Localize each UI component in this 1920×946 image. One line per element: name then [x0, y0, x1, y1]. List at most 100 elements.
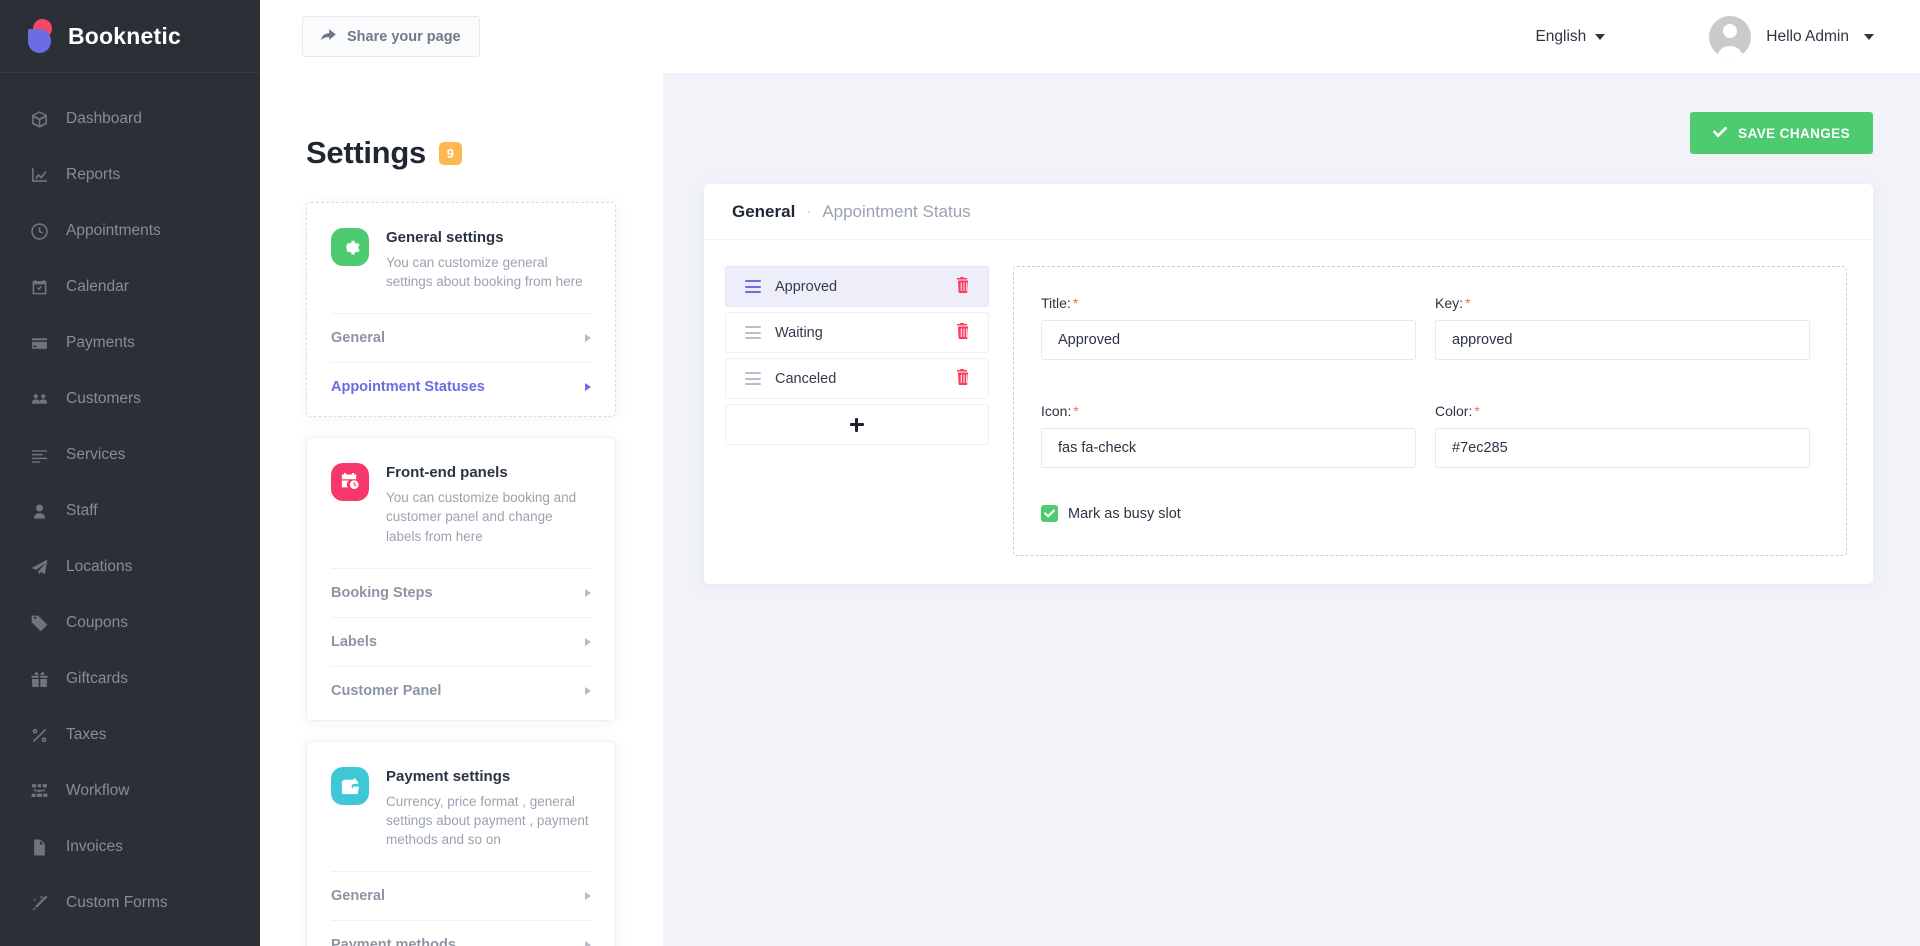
sidebar-item-customers[interactable]: Customers	[0, 371, 260, 427]
sidebar-item-locations[interactable]: Locations	[0, 539, 260, 595]
settings-row-general[interactable]: General	[331, 313, 591, 362]
settings-card-head: Front-end panels You can customize bookin…	[331, 463, 591, 567]
drag-handle-icon[interactable]	[745, 280, 761, 293]
settings-row-appointment-statuses[interactable]: Appointment Statuses	[331, 362, 591, 411]
required-asterisk: *	[1465, 295, 1471, 311]
sidebar-item-label: Giftcards	[66, 670, 129, 687]
sidebar-item-coupons[interactable]: Coupons	[0, 595, 260, 651]
mark-as-busy-slot-checkbox[interactable]	[1041, 505, 1058, 522]
sidebar-item-invoices[interactable]: Invoices	[0, 819, 260, 875]
settings-row-label: Labels	[331, 633, 377, 650]
settings-card-head: Payment settings Currency, price format ,…	[331, 766, 591, 871]
settings-row-payment-methods[interactable]: Payment methods	[331, 920, 591, 946]
breadcrumb-separator: ·	[806, 203, 812, 220]
booknetic-logo-icon	[28, 19, 54, 53]
settings-card-description: You can customize booking and customer p…	[386, 490, 577, 544]
sidebar-item-label: Payments	[66, 334, 135, 351]
status-list-item[interactable]: Approved	[725, 266, 989, 307]
delete-status-button[interactable]	[956, 369, 972, 388]
brand[interactable]: Booknetic	[0, 0, 260, 73]
settings-card-texts: Front-end panels You can customize bookin…	[386, 463, 591, 545]
settings-row-label: Payment methods	[331, 937, 456, 946]
sitemap-icon	[28, 781, 50, 801]
settings-card-texts: Payment settings Currency, price format ,…	[386, 767, 591, 849]
save-row: SAVE CHANGES	[704, 112, 1873, 154]
sidebar-item-calendar[interactable]: Calendar	[0, 259, 260, 315]
gift-icon	[28, 669, 50, 689]
settings-card: General settings You can customize genera…	[306, 202, 616, 418]
status-list-item[interactable]: Canceled	[725, 358, 989, 399]
chart-line-icon	[28, 165, 50, 185]
delete-status-button[interactable]	[956, 277, 972, 296]
settings-row-customer-panel[interactable]: Customer Panel	[331, 665, 591, 715]
settings-card-description: You can customize general settings about…	[386, 255, 583, 290]
required-asterisk: *	[1073, 403, 1079, 419]
sidebar-item-giftcards[interactable]: Giftcards	[0, 651, 260, 707]
user-menu[interactable]: Hello Admin	[1709, 15, 1874, 58]
sidebar-item-appointments[interactable]: Appointments	[0, 203, 260, 259]
calendar-check-icon	[28, 277, 50, 297]
breadcrumb: General · Appointment Status	[704, 184, 1873, 240]
settings-card-list: General settings You can customize genera…	[306, 202, 616, 946]
breadcrumb-current[interactable]: General	[732, 202, 795, 222]
sidebar-item-reports[interactable]: Reports	[0, 147, 260, 203]
sidebar-item-label: Workflow	[66, 782, 130, 799]
sidebar-item-dashboard[interactable]: Dashboard	[0, 91, 260, 147]
user-greeting: Hello Admin	[1766, 27, 1849, 45]
appointment-status-panel: General · Appointment Status Approved Wai…	[704, 184, 1873, 584]
settings-card-texts: General settings You can customize genera…	[386, 228, 591, 291]
delete-status-button[interactable]	[956, 323, 972, 342]
key-field[interactable]	[1435, 320, 1810, 360]
sidebar-item-taxes[interactable]: Taxes	[0, 707, 260, 763]
settings-row-labels[interactable]: Labels	[331, 616, 591, 666]
chevron-right-icon	[585, 892, 591, 901]
title-field[interactable]	[1041, 320, 1416, 360]
field-group: Icon: *	[1041, 403, 1416, 468]
save-changes-button[interactable]: SAVE CHANGES	[1690, 112, 1873, 154]
settings-row-booking-steps[interactable]: Booking Steps	[331, 567, 591, 617]
sidebar-item-label: Services	[66, 446, 126, 463]
credit-card-icon	[28, 333, 50, 353]
sidebar-item-label: Custom Forms	[66, 894, 168, 911]
status-item-label: Approved	[775, 278, 838, 295]
sidebar-item-label: Locations	[66, 558, 133, 575]
chevron-right-icon	[585, 588, 591, 597]
required-asterisk: *	[1072, 295, 1079, 311]
box-icon	[28, 109, 50, 129]
sidebar-item-custom-forms[interactable]: Custom Forms	[0, 875, 260, 931]
settings-row-general[interactable]: General	[331, 871, 591, 920]
settings-card: Payment settings Currency, price format ,…	[306, 740, 616, 946]
drag-handle-icon[interactable]	[745, 372, 761, 385]
sidebar-item-staff[interactable]: Staff	[0, 483, 260, 539]
language-selector[interactable]: English	[1535, 27, 1606, 46]
settings-card-title: Payment settings	[386, 767, 511, 785]
add-status-button[interactable]	[725, 404, 989, 445]
users-icon	[28, 389, 50, 409]
percent-icon	[28, 725, 50, 745]
field-label: Title: *	[1041, 295, 1416, 311]
chevron-right-icon	[585, 334, 591, 343]
icon-field[interactable]	[1041, 428, 1416, 468]
sidebar-item-label: Reports	[66, 166, 121, 183]
field-group: Key: *	[1435, 295, 1810, 360]
settings-row-label: Booking Steps	[331, 584, 433, 601]
trash-icon	[956, 277, 972, 296]
sidebar-item-label: Coupons	[66, 614, 129, 631]
clock-icon	[28, 221, 50, 241]
language-label: English	[1535, 27, 1587, 45]
avatar	[1709, 15, 1752, 58]
field-label-text: Key:	[1435, 295, 1464, 311]
color-field[interactable]	[1435, 428, 1810, 468]
sidebar-item-services[interactable]: Services	[0, 427, 260, 483]
wallet-icon	[331, 766, 369, 805]
check-icon	[1713, 125, 1728, 142]
form-grid: Title:*Key:*Icon:*Color:*	[1041, 295, 1810, 468]
sidebar-item-workflow[interactable]: Workflow	[0, 763, 260, 819]
sidebar-item-payments[interactable]: Payments	[0, 315, 260, 371]
chevron-right-icon	[585, 941, 591, 946]
share-your-page-button[interactable]: Share your page	[302, 16, 480, 57]
drag-handle-icon[interactable]	[745, 326, 761, 339]
status-list-item[interactable]: Waiting	[725, 312, 989, 353]
save-button-label: SAVE CHANGES	[1738, 125, 1850, 141]
chevron-down-icon	[1864, 33, 1874, 40]
